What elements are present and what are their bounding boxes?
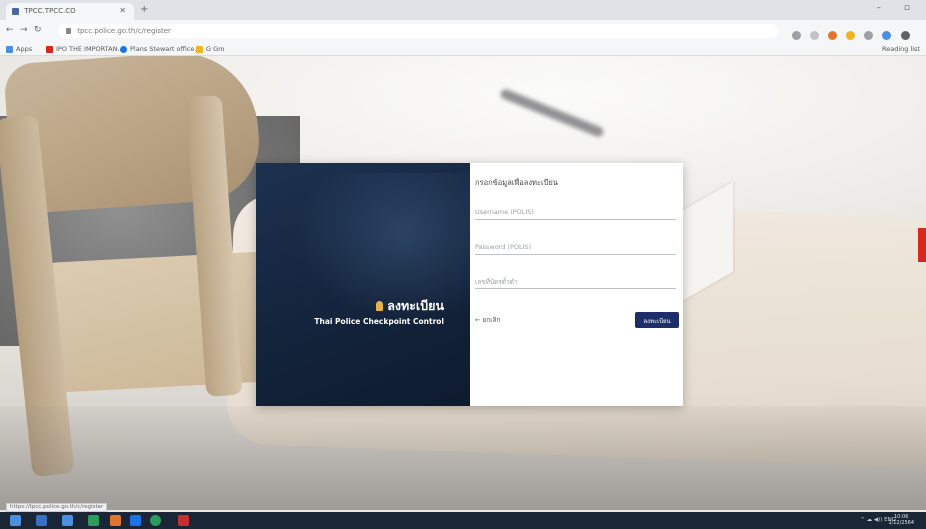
- star-icon[interactable]: [810, 31, 820, 40]
- username-placeholder: Username (POLIS): [475, 208, 534, 216]
- tab-title: TPCC.TPCC.CO: [24, 7, 76, 15]
- app-icon[interactable]: [88, 515, 99, 526]
- reading-list[interactable]: Reading list: [882, 45, 920, 53]
- bookmark-item[interactable]: Plans Stewart office...: [120, 45, 201, 53]
- taskbar: ^ ☁ ◀)) ENG 10:06 1/12/2564: [0, 512, 926, 529]
- window-controls[interactable]: – ▫: [877, 3, 920, 13]
- bookmark-item[interactable]: G Gm: [196, 45, 224, 53]
- code-field[interactable]: เลขที่บัตรตั๋วตำ: [475, 275, 676, 289]
- taskview-icon[interactable]: [36, 515, 47, 526]
- extension-icon[interactable]: [864, 31, 874, 40]
- bookmark-apps[interactable]: Apps: [6, 45, 32, 53]
- bookmarks-bar: Apps IPO THE IMPORTAN... Plans Stewart o…: [0, 42, 926, 56]
- background-red-tag: [918, 228, 926, 262]
- clock[interactable]: 10:06 1/12/2564: [888, 514, 914, 526]
- extension-icon[interactable]: [900, 31, 910, 40]
- register-button[interactable]: ลงทะเบียน: [635, 312, 679, 328]
- extension-icon[interactable]: [846, 31, 856, 40]
- register-form: กรอกข้อมูลเพื่อลงทะเบียน Username (POLIS…: [470, 163, 683, 406]
- brand-title: ลงทะเบียน: [376, 296, 444, 316]
- new-tab-icon[interactable]: +: [140, 4, 148, 15]
- browser-tab[interactable]: TPCC.TPCC.CO ✕: [6, 3, 134, 20]
- clock-date: 1/12/2564: [888, 520, 914, 526]
- code-placeholder: เลขที่บัตรตั๋วตำ: [475, 278, 518, 286]
- extension-icon[interactable]: [882, 31, 892, 40]
- url-text: tpcc.police.go.th/c/register: [77, 27, 171, 35]
- cancel-button[interactable]: ← ยกเลิก: [475, 315, 500, 325]
- chrome-icon[interactable]: [150, 515, 161, 526]
- status-url: https://tpcc.police.go.th/c/register: [6, 503, 108, 512]
- brand-subtitle: Thai Police Checkpoint Control: [314, 317, 444, 326]
- reload-icon[interactable]: ↻: [34, 25, 42, 35]
- username-field[interactable]: Username (POLIS): [475, 206, 676, 220]
- explorer-icon[interactable]: [62, 515, 73, 526]
- lock-icon: [66, 28, 71, 34]
- app-icon[interactable]: [130, 515, 141, 526]
- address-bar-row: ← → ↻ tpcc.police.go.th/c/register: [0, 20, 926, 59]
- extension-icon[interactable]: [828, 31, 838, 40]
- app-icon[interactable]: [110, 515, 121, 526]
- bookmark-icon: [46, 45, 53, 53]
- folder-icon: [196, 45, 203, 53]
- page-background: ลงทะเบียน Thai Police Checkpoint Control…: [0, 56, 926, 510]
- bookmark-item[interactable]: IPO THE IMPORTAN...: [46, 45, 124, 53]
- background-table-edge: [0, 406, 926, 510]
- apps-icon: [6, 45, 13, 53]
- password-placeholder: Password (POLIS): [475, 243, 532, 251]
- zoom-icon[interactable]: [792, 31, 801, 40]
- url-input[interactable]: tpcc.police.go.th/c/register: [58, 24, 778, 38]
- form-title: กรอกข้อมูลเพื่อลงทะเบียน: [475, 178, 558, 187]
- browser-tab-bar: TPCC.TPCC.CO ✕ + – ▫: [0, 0, 926, 20]
- close-tab-icon[interactable]: ✕: [119, 6, 126, 15]
- back-icon[interactable]: ←: [6, 25, 14, 35]
- app-icon[interactable]: [178, 515, 189, 526]
- tab-favicon-icon: [12, 7, 19, 15]
- bookmark-icon: [120, 45, 127, 53]
- lamp-icon: [376, 301, 384, 311]
- register-card: ลงทะเบียน Thai Police Checkpoint Control…: [256, 163, 683, 406]
- brand-panel: ลงทะเบียน Thai Police Checkpoint Control: [256, 163, 470, 406]
- windows-icon[interactable]: [10, 515, 21, 526]
- forward-icon[interactable]: →: [20, 25, 28, 35]
- password-field[interactable]: Password (POLIS): [475, 241, 676, 255]
